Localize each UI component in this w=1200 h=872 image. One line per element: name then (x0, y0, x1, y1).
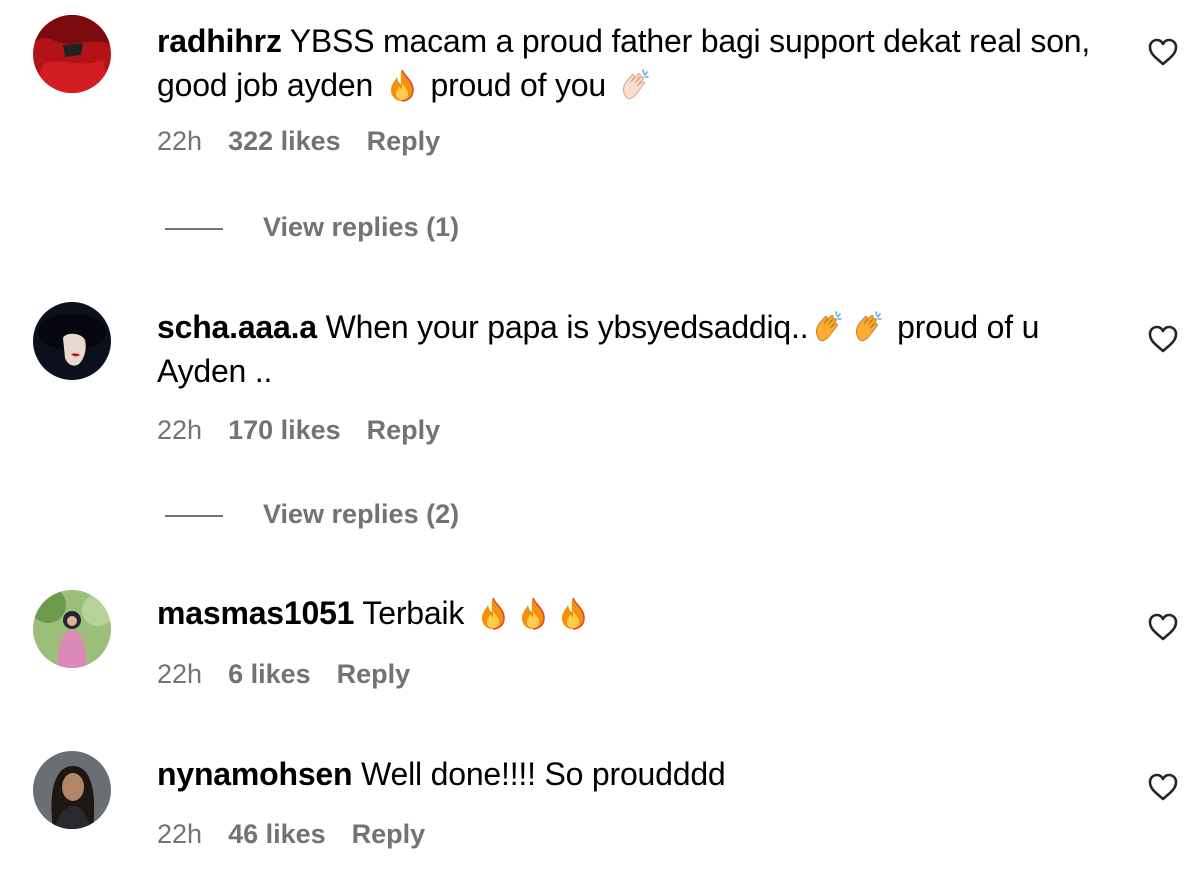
comment-meta: 22h 322 likes Reply (157, 126, 466, 157)
comment-text: Well done!!!! So proudddd (361, 756, 726, 792)
clapping-hands-emoji-icon (852, 310, 884, 344)
reply-button[interactable]: Reply (367, 126, 441, 156)
comment-body: nynamohsen Well done!!!! So proudddd (157, 752, 1117, 796)
avatar[interactable] (33, 590, 111, 668)
reply-button[interactable]: Reply (337, 659, 411, 689)
comment-meta: 22h 170 likes Reply (157, 415, 466, 446)
comment-text: proud of you (430, 67, 606, 103)
like-heart-icon[interactable] (1147, 612, 1179, 642)
divider (165, 514, 223, 517)
reply-button[interactable]: Reply (352, 819, 426, 849)
divider (165, 227, 223, 230)
comment-time: 22h (157, 659, 203, 689)
avatar-outdoor-portrait-icon (33, 590, 111, 668)
comment-body: masmas1051 Terbaik (157, 591, 1117, 635)
fire-emoji-icon (517, 596, 549, 630)
view-replies-button[interactable]: View replies (1) (165, 212, 459, 243)
like-heart-icon[interactable] (1147, 772, 1179, 802)
comment-username[interactable]: scha.aaa.a (157, 309, 317, 345)
comment-meta: 22h 6 likes Reply (157, 659, 436, 690)
clapping-hands-emoji-icon (812, 310, 844, 344)
clapping-hands-emoji-icon (619, 68, 651, 102)
fire-emoji-icon (477, 596, 509, 630)
view-replies-label: View replies (1) (263, 212, 460, 242)
comment-meta: 22h 46 likes Reply (157, 819, 451, 850)
comment-body: radhihrz YBSS macam a proud father bagi … (157, 19, 1117, 107)
avatar-dark-silhouette-icon (33, 302, 111, 380)
avatar[interactable] (33, 15, 111, 93)
avatar[interactable] (33, 751, 111, 829)
comment-time: 22h (157, 819, 203, 849)
avatar-woman-portrait-icon (33, 751, 111, 829)
comment-likes[interactable]: 46 likes (228, 819, 326, 849)
comment-likes[interactable]: 322 likes (228, 126, 341, 156)
like-heart-icon[interactable] (1147, 37, 1179, 67)
comment-body: scha.aaa.a When your papa is ybsyedsaddi… (157, 305, 1117, 393)
like-heart-icon[interactable] (1147, 324, 1179, 354)
avatar-red-jacket-icon (33, 15, 111, 93)
comment-username[interactable]: masmas1051 (157, 595, 354, 631)
comment-likes[interactable]: 6 likes (228, 659, 311, 689)
comment-likes[interactable]: 170 likes (228, 415, 341, 445)
fire-emoji-icon (557, 596, 589, 630)
comment-username[interactable]: radhihrz (157, 23, 282, 59)
comment-time: 22h (157, 415, 203, 445)
fire-emoji-icon (386, 68, 418, 102)
comment-time: 22h (157, 126, 203, 156)
view-replies-button[interactable]: View replies (2) (165, 499, 459, 530)
reply-button[interactable]: Reply (367, 415, 441, 445)
avatar[interactable] (33, 302, 111, 380)
comment-text: When your papa is ybsyedsaddiq.. (325, 309, 809, 345)
comment-text: Terbaik (362, 595, 465, 631)
comment-username[interactable]: nynamohsen (157, 756, 353, 792)
view-replies-label: View replies (2) (263, 499, 460, 529)
